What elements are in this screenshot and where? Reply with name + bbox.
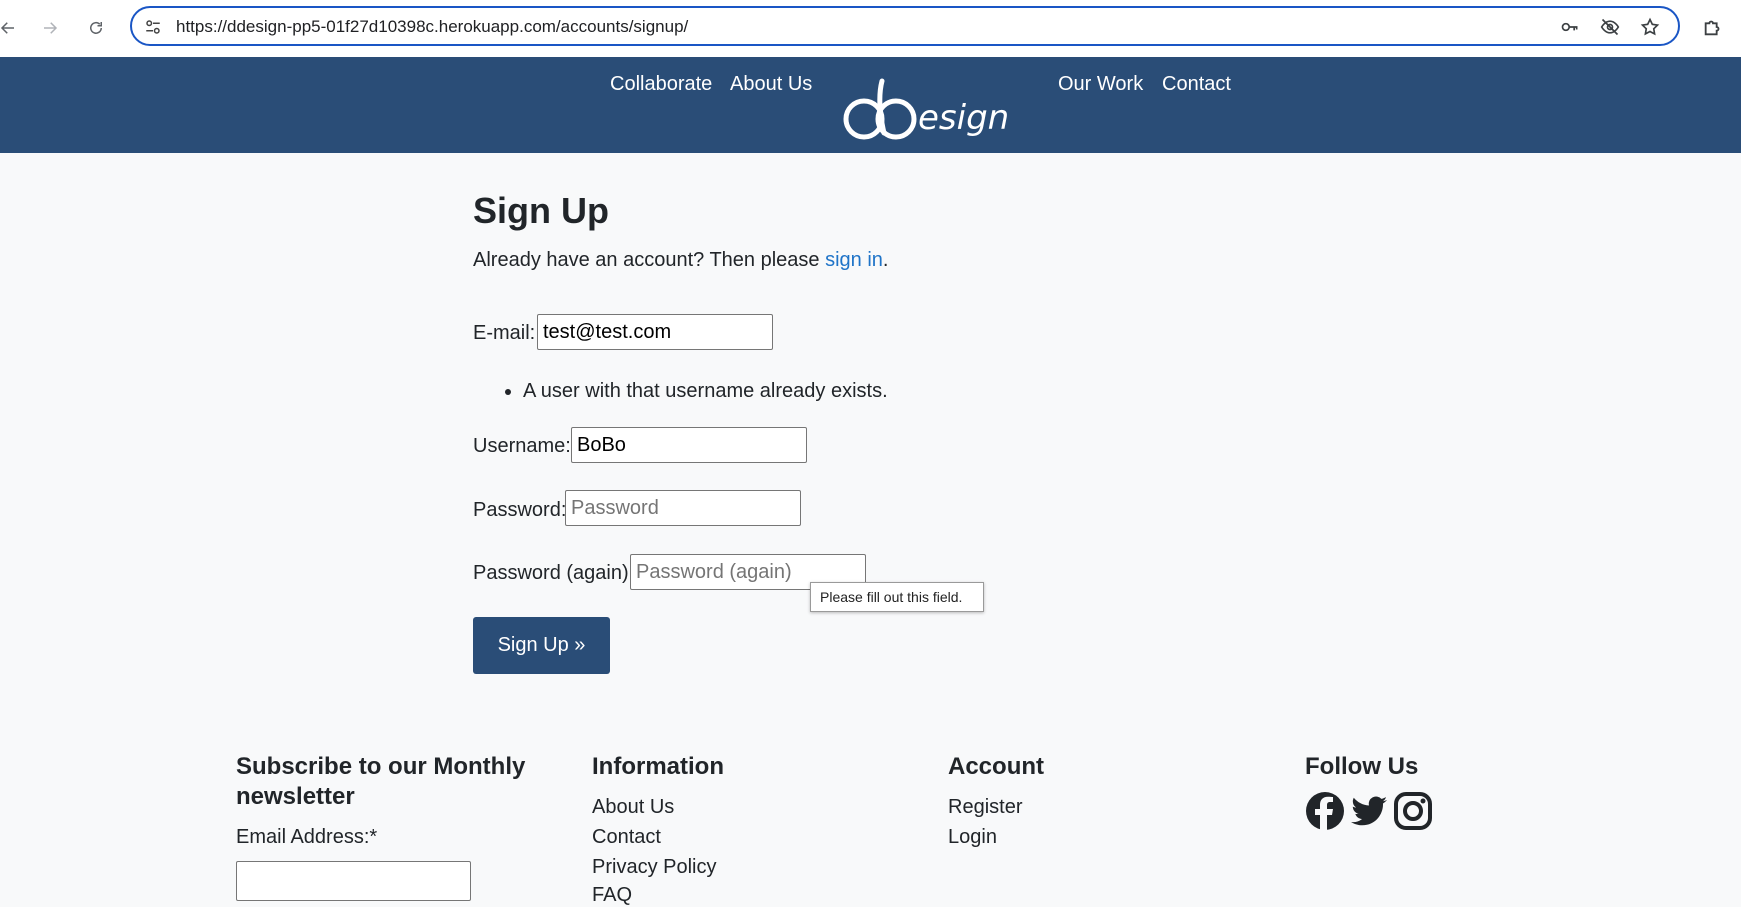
password-label: Password:	[473, 499, 567, 521]
newsletter-email-input[interactable]	[236, 861, 471, 901]
account-heading: Account	[948, 753, 1044, 780]
validation-tooltip: Please fill out this field.	[810, 582, 984, 612]
signin-prompt-text: Already have an account? Then please	[473, 249, 826, 271]
site-header: Collaborate About Us esign Our Work Cont…	[0, 57, 1741, 153]
nav-contact[interactable]: Contact	[1162, 73, 1231, 96]
site-settings-icon[interactable]	[144, 18, 162, 36]
nav-our-work[interactable]: Our Work	[1058, 73, 1143, 96]
follow-heading: Follow Us	[1305, 753, 1419, 780]
username-label: Username:	[473, 435, 571, 457]
information-heading: Information	[592, 753, 724, 780]
signin-link[interactable]: sign in	[825, 249, 883, 271]
nav-about-us[interactable]: About Us	[730, 73, 812, 96]
footer-link-privacy-policy[interactable]: Privacy Policy	[592, 856, 716, 879]
signin-prompt-suffix: .	[882, 249, 889, 271]
password-again-label: Password (again):	[473, 562, 635, 584]
forward-icon[interactable]	[34, 12, 66, 44]
address-bar[interactable]: https://ddesign-pp5-01f27d10398c.herokua…	[130, 6, 1680, 46]
ddesign-logo[interactable]: esign	[842, 71, 1012, 143]
username-field[interactable]	[571, 427, 807, 463]
error-list: A user with that username already exists…	[473, 380, 888, 403]
footer-link-register[interactable]: Register	[948, 796, 1022, 819]
signin-prompt: Already have an account? Then please sig…	[473, 249, 888, 272]
newsletter-heading-line2: newsletter	[236, 783, 355, 810]
facebook-icon[interactable]	[1305, 791, 1345, 831]
email-field[interactable]	[537, 314, 773, 350]
footer-link-about-us[interactable]: About Us	[592, 796, 674, 819]
svg-text:esign: esign	[918, 98, 1009, 138]
extensions-icon[interactable]	[1702, 16, 1724, 38]
footer-link-login[interactable]: Login	[948, 826, 997, 849]
back-icon[interactable]	[0, 12, 24, 44]
nav-collaborate[interactable]: Collaborate	[610, 73, 712, 96]
twitter-icon[interactable]	[1349, 791, 1389, 831]
newsletter-heading: Subscribe to our Monthly newsletter	[236, 752, 525, 812]
footer-link-contact[interactable]: Contact	[592, 826, 661, 849]
signup-button[interactable]: Sign Up »	[473, 617, 610, 674]
newsletter-email-label: Email Address:*	[236, 826, 378, 848]
page-title: Sign Up	[473, 190, 609, 231]
instagram-icon[interactable]	[1393, 791, 1433, 831]
email-label: E-mail:	[473, 322, 536, 344]
star-icon[interactable]	[1640, 17, 1660, 37]
username-error: A user with that username already exists…	[523, 380, 888, 403]
eye-off-icon[interactable]	[1600, 17, 1620, 37]
password-field[interactable]	[565, 490, 801, 526]
key-icon[interactable]	[1560, 17, 1580, 37]
footer-link-faq[interactable]: FAQ	[592, 884, 632, 907]
newsletter-heading-line1: Subscribe to our Monthly	[236, 753, 526, 780]
url-text[interactable]: https://ddesign-pp5-01f27d10398c.herokua…	[176, 17, 688, 37]
reload-icon[interactable]	[80, 12, 112, 44]
browser-toolbar: https://ddesign-pp5-01f27d10398c.herokua…	[0, 0, 1741, 58]
